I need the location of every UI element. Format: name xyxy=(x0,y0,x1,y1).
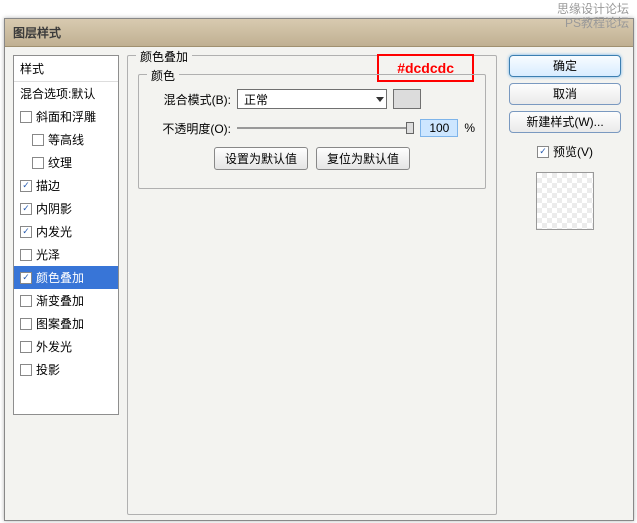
style-item[interactable]: ✓ 描边 xyxy=(14,174,118,197)
opacity-input[interactable]: 100 xyxy=(420,119,458,137)
blend-mode-value: 正常 xyxy=(244,91,268,108)
opacity-unit: % xyxy=(464,121,475,135)
watermark-2: PS教程论坛 xyxy=(557,16,629,30)
styles-list: 样式 混合选项:默认 斜面和浮雕等高线纹理 ✓ 描边 ✓ 内阴影 ✓ 内发光光泽 ✓ 颜色叠加渐… xyxy=(13,55,119,415)
ok-button[interactable]: 确定 xyxy=(509,55,621,77)
reset-default-button[interactable]: 复位为默认值 xyxy=(316,147,410,170)
color-group: 颜色 混合模式(B): 正常 不透明度(O): xyxy=(138,74,486,189)
style-item-label: 描边 xyxy=(36,177,60,194)
preview-checkbox[interactable]: ✓ xyxy=(537,146,549,158)
style-checkbox[interactable] xyxy=(20,295,32,307)
style-checkbox[interactable]: ✓ xyxy=(20,180,32,192)
style-checkbox[interactable] xyxy=(32,134,44,146)
preview-swatch xyxy=(536,172,594,230)
style-item-label: 斜面和浮雕 xyxy=(36,108,96,125)
style-item-label: 内发光 xyxy=(36,223,72,240)
group-title: 颜色叠加 xyxy=(136,48,192,65)
blend-mode-label: 混合模式(B): xyxy=(149,91,231,108)
blend-mode-dropdown[interactable]: 正常 xyxy=(237,89,387,109)
blend-options-item[interactable]: 混合选项:默认 xyxy=(14,82,118,105)
style-item-label: 投影 xyxy=(36,361,60,378)
opacity-label: 不透明度(O): xyxy=(149,120,231,137)
styles-header[interactable]: 样式 xyxy=(14,56,118,82)
style-item-label: 渐变叠加 xyxy=(36,292,84,309)
style-checkbox[interactable]: ✓ xyxy=(20,226,32,238)
style-item[interactable]: 纹理 xyxy=(14,151,118,174)
style-item-label: 外发光 xyxy=(36,338,72,355)
inner-title: 颜色 xyxy=(147,67,179,84)
style-checkbox[interactable]: ✓ xyxy=(20,203,32,215)
style-item[interactable]: 光泽 xyxy=(14,243,118,266)
style-item[interactable]: ✓ 颜色叠加 xyxy=(14,266,118,289)
opacity-slider[interactable] xyxy=(237,120,414,136)
layer-style-dialog: 图层样式 样式 混合选项:默认 斜面和浮雕等高线纹理 ✓ 描边 ✓ 内阴影 ✓ 内发光光泽 ✓… xyxy=(4,18,634,521)
style-item[interactable]: 图案叠加 xyxy=(14,312,118,335)
style-checkbox[interactable] xyxy=(20,318,32,330)
style-item[interactable]: ✓ 内发光 xyxy=(14,220,118,243)
dialog-title: 图层样式 xyxy=(5,19,633,47)
style-item[interactable]: ✓ 内阴影 xyxy=(14,197,118,220)
style-item-label: 内阴影 xyxy=(36,200,72,217)
style-item[interactable]: 渐变叠加 xyxy=(14,289,118,312)
style-checkbox[interactable] xyxy=(20,364,32,376)
style-checkbox[interactable] xyxy=(20,249,32,261)
style-item[interactable]: 斜面和浮雕 xyxy=(14,105,118,128)
preview-label: 预览(V) xyxy=(553,143,593,160)
color-swatch[interactable] xyxy=(393,89,421,109)
style-item-label: 图案叠加 xyxy=(36,315,84,332)
cancel-button[interactable]: 取消 xyxy=(509,83,621,105)
style-item-label: 等高线 xyxy=(48,131,84,148)
style-checkbox[interactable]: ✓ xyxy=(20,272,32,284)
color-overlay-group: 颜色叠加 #dcdcdc 颜色 混合模式(B): 正常 不透明度(O): xyxy=(127,55,497,515)
style-item-label: 颜色叠加 xyxy=(36,269,84,286)
style-item-label: 纹理 xyxy=(48,154,72,171)
new-style-button[interactable]: 新建样式(W)... xyxy=(509,111,621,133)
style-item[interactable]: 投影 xyxy=(14,358,118,381)
style-item-label: 光泽 xyxy=(36,246,60,263)
watermark-1: 思缘设计论坛 xyxy=(557,2,629,16)
chevron-down-icon xyxy=(376,97,384,102)
style-item[interactable]: 等高线 xyxy=(14,128,118,151)
set-default-button[interactable]: 设置为默认值 xyxy=(214,147,308,170)
style-checkbox[interactable] xyxy=(20,111,32,123)
style-item[interactable]: 外发光 xyxy=(14,335,118,358)
style-checkbox[interactable] xyxy=(20,341,32,353)
style-checkbox[interactable] xyxy=(32,157,44,169)
